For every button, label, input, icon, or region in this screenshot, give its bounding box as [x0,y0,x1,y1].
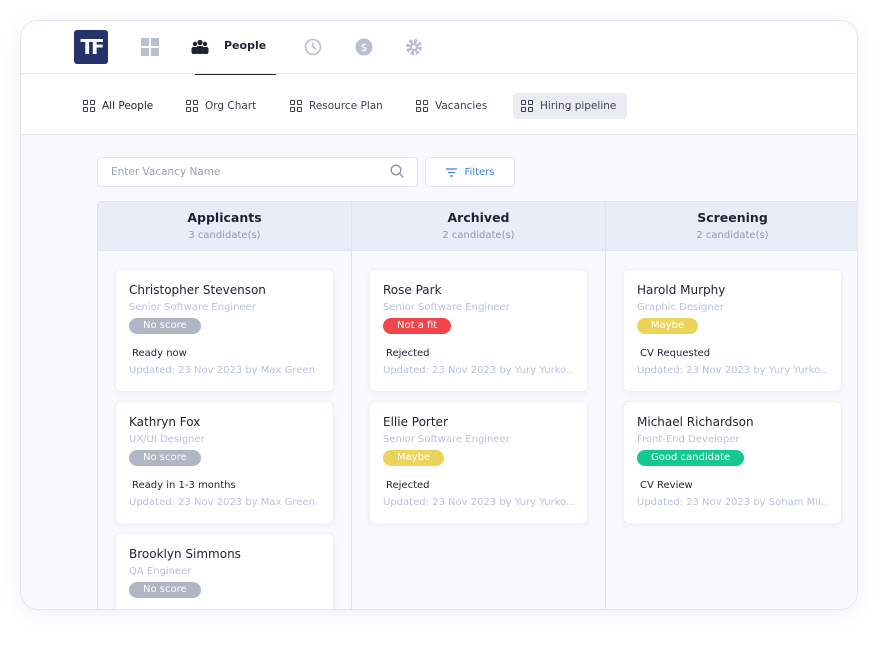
updated-info: Updated: 23 Nov 2023 by Max Green [129,365,315,376]
candidate-card[interactable]: Michael Richardson Front-End Developer G… [623,401,842,524]
grid-icon [186,100,198,112]
candidate-count: 2 candidate(s) [696,230,769,241]
search-placeholder: Enter Vacancy Name [111,166,221,178]
pipeline-column-applicants: Applicants 3 candidate(s) Christopher Ste… [98,202,352,609]
subtab-label: Hiring pipeline [540,100,617,112]
candidate-name: Harold Murphy [637,283,726,297]
column-title: Applicants [187,210,262,225]
score-badge: No score [129,582,201,598]
grid-icon [83,100,95,112]
updated-info: Updated: 23 Nov 2023 by Max Green [129,497,315,508]
updated-info: Updated: 23 Nov 2023 by Yury Yurko... [383,497,574,508]
candidate-status: Rejected [386,480,430,491]
top-nav: TF People $ [21,21,857,76]
candidate-status: Ready now [132,348,187,359]
filters-button[interactable]: Filters [425,157,515,187]
candidate-count: 3 candidate(s) [188,230,261,241]
candidate-card[interactable]: Rose Park Senior Software Engineer Not a… [369,269,588,392]
candidate-name: Ellie Porter [383,415,448,429]
clock-icon[interactable] [304,38,322,56]
dashboard-icon[interactable] [141,38,159,56]
dollar-icon[interactable]: $ [355,38,373,56]
subtab-label: All People [102,100,154,112]
column-title: Archived [447,210,510,225]
candidate-role: Front-End Developer [637,434,740,445]
column-header: Archived 2 candidate(s) [352,202,605,251]
pipeline-board: Applicants 3 candidate(s) Christopher Ste… [97,201,857,609]
grid-icon [521,100,533,112]
svg-text:$: $ [361,41,368,54]
updated-info: Updated: 23 Nov 2023 by Yury Yurko... [383,365,574,376]
logo[interactable]: TF [74,30,108,64]
candidate-count: 2 candidate(s) [442,230,515,241]
gear-icon[interactable] [405,38,423,56]
candidate-role: Senior Software Engineer [129,302,256,313]
candidate-name: Michael Richardson [637,415,754,429]
candidate-role: Graphic Designer [637,302,724,313]
candidate-status: CV Review [640,480,693,491]
candidate-name: Rose Park [383,283,442,297]
subtab-label: Resource Plan [309,100,383,112]
subtab-resource-plan[interactable]: Resource Plan [282,93,391,119]
score-badge: Good candidate [637,450,745,466]
candidate-status: Rejected [386,348,430,359]
candidate-role: UX/UI Designer [129,434,205,445]
column-title: Screening [697,210,768,225]
pipeline-column-screening: Screening 2 candidate(s) Harold Murphy Gr… [606,202,857,609]
column-header: Screening 2 candidate(s) [606,202,857,251]
app-window: TF People $ All People Org Chart Resourc… [20,20,858,610]
filter-icon [445,167,457,177]
subtab-label: Vacancies [435,100,488,112]
grid-icon [416,100,428,112]
candidate-name: Brooklyn Simmons [129,547,241,561]
candidate-status: CV Requested [640,348,711,359]
score-badge: No score [129,450,201,466]
subtab-org-chart[interactable]: Org Chart [178,93,264,119]
score-badge: No score [129,318,201,334]
candidate-role: QA Engineer [129,566,192,577]
candidate-card[interactable]: Kathryn Fox UX/UI Designer No score Read… [115,401,334,524]
score-badge: Not a fit [383,318,452,334]
score-badge: Maybe [383,450,445,466]
candidate-name: Kathryn Fox [129,415,201,429]
candidate-card[interactable]: Brooklyn Simmons QA Engineer No score [115,533,334,609]
search-icon[interactable] [390,164,405,182]
subtab-label: Org Chart [205,100,257,112]
pipeline-column-archived: Archived 2 candidate(s) Rose Park Senior … [352,202,606,609]
candidate-name: Christopher Stevenson [129,283,266,297]
updated-info: Updated: 23 Nov 2023 by Soham Mil... [637,497,828,508]
vacancy-search-input[interactable]: Enter Vacancy Name [97,157,418,187]
candidate-status: Ready in 1-3 months [132,480,236,491]
people-icon[interactable] [191,38,209,56]
subtab-all-people[interactable]: All People [75,93,161,119]
subtab-vacancies[interactable]: Vacancies [408,93,495,119]
candidate-card[interactable]: Christopher Stevenson Senior Software En… [115,269,334,392]
column-header: Applicants 3 candidate(s) [98,202,351,251]
candidate-role: Senior Software Engineer [383,302,510,313]
updated-info: Updated: 23 Nov 2023 by Yury Yurko... [637,365,828,376]
candidate-role: Senior Software Engineer [383,434,510,445]
candidate-card[interactable]: Harold Murphy Graphic Designer Maybe CV … [623,269,842,392]
grid-icon [290,100,302,112]
candidate-card[interactable]: Ellie Porter Senior Software Engineer Ma… [369,401,588,524]
score-badge: Maybe [637,318,699,334]
filters-label: Filters [464,166,495,178]
sub-nav: All People Org Chart Resource Plan Vacan… [21,75,857,135]
subtab-hiring-pipeline[interactable]: Hiring pipeline [513,93,627,119]
tab-people[interactable]: People [224,39,266,52]
